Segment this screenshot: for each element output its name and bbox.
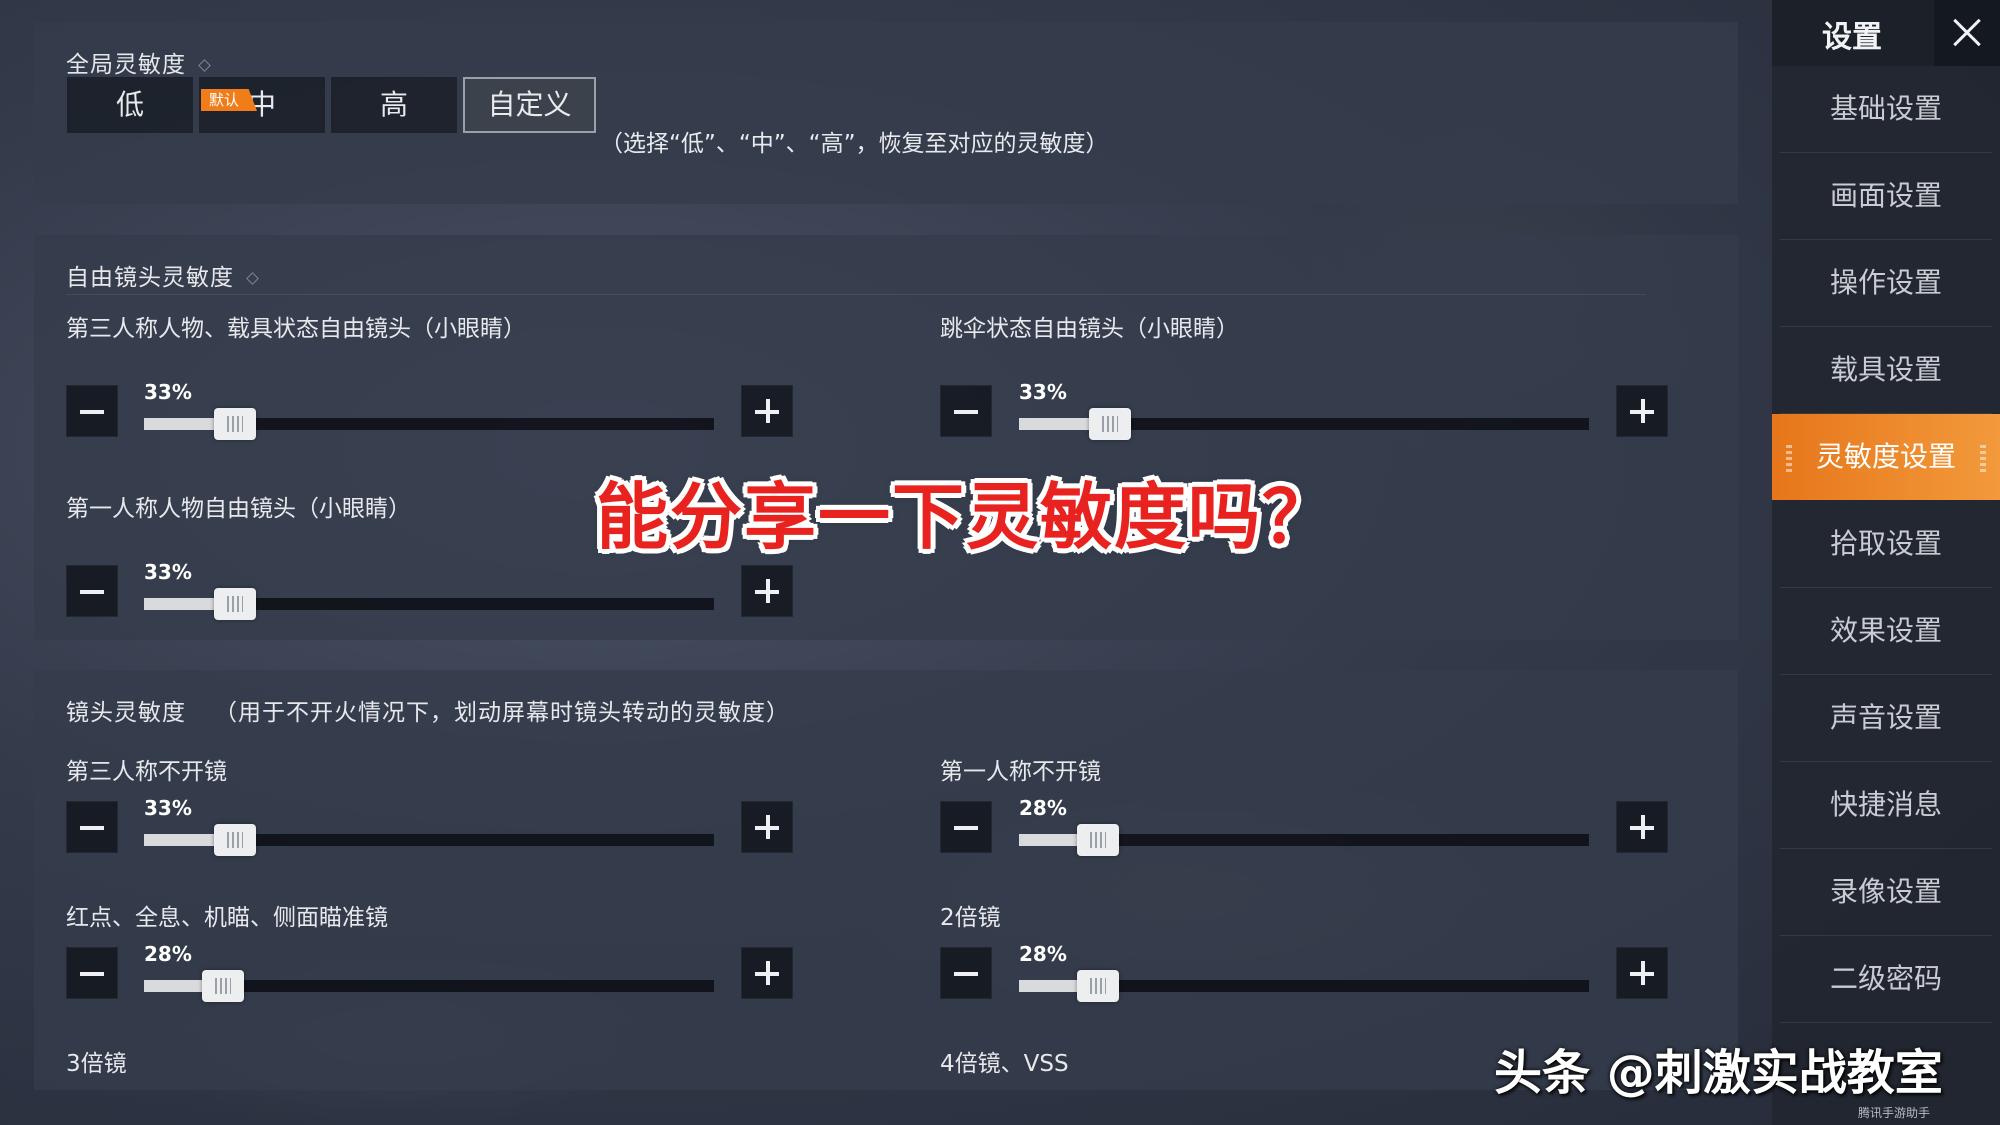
slider-thumb[interactable] [1077, 824, 1119, 856]
slider-label: 跳伞状态自由镜头（小眼睛） [940, 316, 1239, 342]
slider-thumb[interactable] [202, 970, 244, 1002]
slider-percent: 33% [1019, 380, 1067, 404]
sidebar-item-quick-chat[interactable]: 快捷消息 [1780, 762, 1992, 849]
slider-label: 第三人称不开镜 [66, 759, 227, 785]
preset-custom-button[interactable]: 自定义 [463, 77, 596, 133]
diamond-icon [246, 272, 259, 285]
increase-button[interactable] [741, 385, 793, 437]
increase-button[interactable] [741, 801, 793, 853]
sidebar-item-vehicle[interactable]: 载具设置 [1780, 327, 1992, 414]
camera-sensitivity-title: 镜头灵敏度 （用于不开火情况下，划动屏幕时镜头转动的灵敏度） [66, 700, 790, 726]
slider-thumb[interactable] [214, 588, 256, 620]
sidebar-item-graphics[interactable]: 画面设置 [1780, 153, 1992, 240]
sensitivity-slider[interactable] [144, 970, 714, 1002]
sensitivity-slider[interactable] [144, 824, 714, 856]
slider-percent: 33% [144, 560, 192, 584]
slider-label: 红点、全息、机瞄、侧面瞄准镜 [66, 905, 388, 931]
sensitivity-slider[interactable] [1019, 824, 1589, 856]
slider-thumb[interactable] [1077, 970, 1119, 1002]
increase-button[interactable] [1616, 385, 1668, 437]
small-watermark: 腾讯手游助手 [1858, 1106, 1931, 1120]
free-look-title: 自由镜头灵敏度 [66, 258, 259, 292]
sidebar-item-controls[interactable]: 操作设置 [1780, 240, 1992, 327]
default-badge: 默认 [201, 89, 258, 111]
slider-label: 第三人称人物、载具状态自由镜头（小眼睛） [66, 316, 526, 342]
sidebar-item-pickup[interactable]: 拾取设置 [1780, 501, 1992, 588]
camera-sensitivity-panel [34, 670, 1738, 1090]
sensitivity-slider[interactable] [1019, 970, 1589, 1002]
diamond-icon [198, 59, 211, 72]
decrease-button[interactable] [66, 385, 118, 437]
slider-percent: 28% [144, 942, 192, 966]
slider-label: 3倍镜 [66, 1051, 127, 1077]
slider-percent: 28% [1019, 942, 1067, 966]
preset-low-button[interactable]: 低 [67, 77, 193, 133]
slider-label: 第一人称不开镜 [940, 759, 1101, 785]
decrease-button[interactable] [940, 947, 992, 999]
watermark: 头条 @刺激实战教室 [1494, 1045, 1943, 1101]
slider-percent: 28% [1019, 796, 1067, 820]
global-sensitivity-title: 全局灵敏度 [66, 45, 211, 79]
close-icon[interactable] [1934, 0, 2000, 66]
slider-label: 第一人称人物自由镜头（小眼睛） [66, 496, 411, 522]
slider-percent: 33% [144, 796, 192, 820]
decrease-button[interactable] [940, 801, 992, 853]
decrease-button[interactable] [66, 947, 118, 999]
slider-label: 2倍镜 [940, 905, 1001, 931]
sidebar-item-basic[interactable]: 基础设置 [1780, 66, 1992, 153]
slider-thumb[interactable] [1089, 408, 1131, 440]
slider-thumb[interactable] [214, 824, 256, 856]
decrease-button[interactable] [66, 565, 118, 617]
sidebar-item-secondary-password[interactable]: 二级密码 [1780, 936, 1992, 1023]
preset-high-button[interactable]: 高 [331, 77, 457, 133]
overlay-caption: 能分享一下灵敏度吗？ [596, 475, 1337, 559]
sidebar-item-audio[interactable]: 声音设置 [1780, 675, 1992, 762]
divider [66, 294, 1646, 295]
sidebar-item-replay[interactable]: 录像设置 [1780, 849, 1992, 936]
increase-button[interactable] [741, 565, 793, 617]
sidebar-title: 设置 [1822, 20, 1882, 55]
increase-button[interactable] [1616, 947, 1668, 999]
increase-button[interactable] [1616, 801, 1668, 853]
slider-label: 4倍镜、VSS [940, 1051, 1069, 1077]
sensitivity-slider[interactable] [144, 408, 714, 440]
sidebar-item-sensitivity[interactable]: 灵敏度设置 [1772, 414, 2000, 500]
sidebar-item-effects[interactable]: 效果设置 [1780, 588, 1992, 675]
increase-button[interactable] [741, 947, 793, 999]
decrease-button[interactable] [66, 801, 118, 853]
sensitivity-slider[interactable] [1019, 408, 1589, 440]
camera-sensitivity-subtitle: （用于不开火情况下，划动屏幕时镜头转动的灵敏度） [214, 700, 790, 726]
slider-thumb[interactable] [214, 408, 256, 440]
sensitivity-slider[interactable] [144, 588, 714, 620]
slider-percent: 33% [144, 380, 192, 404]
free-look-panel [34, 235, 1738, 640]
preset-hint: （选择“低”、“中”、“高”，恢复至对应的灵敏度） [600, 131, 1109, 157]
decrease-button[interactable] [940, 385, 992, 437]
